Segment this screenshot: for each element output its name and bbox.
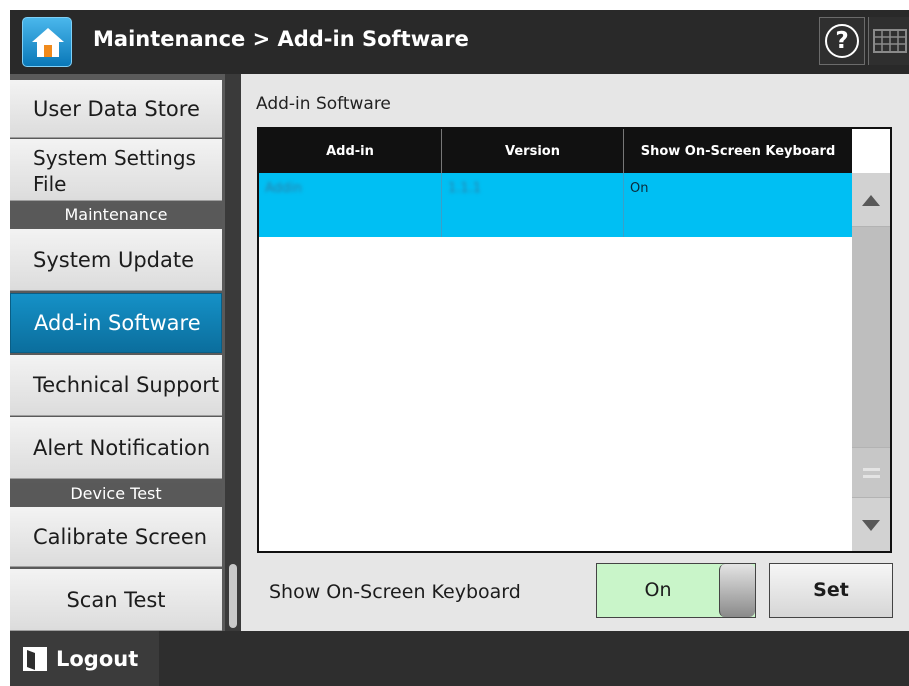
sidebar-item-system-update[interactable]: System Update (10, 229, 222, 291)
help-icon: ? (825, 24, 859, 58)
sidebar-item-alert-notification[interactable]: Alert Notification (10, 417, 222, 479)
keyboard-icon (873, 29, 907, 53)
logout-button[interactable]: Logout (10, 631, 159, 686)
scroll-up-button[interactable] (852, 173, 890, 227)
arrow-up-icon (862, 195, 880, 206)
main-panel: Add-in Software Add-in Version Show On-S… (241, 74, 909, 631)
cell-version: 1.1.1 (442, 173, 624, 237)
add-in-version: 1.1.1 (448, 181, 482, 196)
sidebar-item-label: Alert Notification (33, 435, 211, 460)
sidebar-item-label: Calibrate Screen (33, 524, 208, 549)
sidebar-scrollbar-thumb[interactable] (229, 564, 237, 628)
cell-keyboard: On (624, 173, 852, 237)
sidebar-item-label: System Update (33, 247, 195, 272)
logout-label: Logout (56, 646, 139, 671)
column-header-add-in: Add-in (259, 129, 442, 173)
sidebar-scrollbar[interactable] (225, 74, 241, 631)
keyboard-setting-label: Show On-Screen Keyboard (269, 581, 521, 603)
keyboard-button[interactable] (868, 17, 909, 65)
column-header-version: Version (442, 129, 624, 173)
sidebar-item-calibrate-screen[interactable]: Calibrate Screen (10, 507, 222, 567)
sidebar-item-label: Add-in Software (34, 311, 201, 335)
cell-add-in: Addin (259, 173, 442, 237)
sidebar-section-maintenance: Maintenance (10, 204, 222, 227)
footer-bar: Logout (10, 631, 909, 686)
arrow-down-icon (862, 520, 880, 531)
add-in-name: Addin (265, 181, 303, 196)
sidebar-item-scan-test[interactable]: Scan Test (10, 569, 222, 631)
keyboard-toggle-value: On (644, 579, 672, 601)
sidebar-item-label: User Data Store (33, 96, 200, 121)
header-bar: Maintenance > Add-in Software ? (10, 10, 909, 74)
sidebar-section-device-test: Device Test (10, 483, 222, 506)
help-button[interactable]: ? (819, 17, 865, 65)
home-icon (32, 28, 64, 57)
scroll-grip-icon[interactable] (852, 447, 890, 497)
sidebar-item-system-settings-file[interactable]: System Settings File (10, 139, 222, 201)
sidebar-item-user-data-store[interactable]: User Data Store (10, 80, 222, 138)
table-row[interactable]: Addin 1.1.1 On (259, 173, 852, 237)
section-title: Add-in Software (256, 94, 391, 114)
header-corner (852, 129, 890, 173)
sidebar-item-label: Technical Support (33, 373, 220, 397)
sidebar-item-technical-support[interactable]: Technical Support (10, 355, 222, 416)
scroll-down-button[interactable] (852, 497, 890, 551)
sidebar-item-label: System Settings File (33, 146, 196, 196)
column-header-show-keyboard: Show On-Screen Keyboard (624, 129, 852, 173)
table-scrollbar-thumb[interactable] (852, 227, 890, 447)
add-in-keyboard-value: On (630, 181, 649, 196)
sidebar-nav: User Data Store System Settings File Mai… (10, 74, 241, 631)
page-title: Maintenance > Add-in Software (93, 27, 469, 51)
keyboard-toggle[interactable]: On (596, 563, 756, 618)
table-scrollbar[interactable] (852, 173, 890, 551)
toggle-knob[interactable] (719, 564, 755, 617)
sidebar-item-label: Scan Test (66, 587, 166, 612)
set-button[interactable]: Set (769, 563, 893, 618)
sidebar-item-add-in-software[interactable]: Add-in Software (10, 293, 222, 353)
addin-table: Add-in Version Show On-Screen Keyboard A… (257, 127, 892, 553)
logout-icon (23, 646, 47, 671)
home-button[interactable] (22, 17, 72, 67)
